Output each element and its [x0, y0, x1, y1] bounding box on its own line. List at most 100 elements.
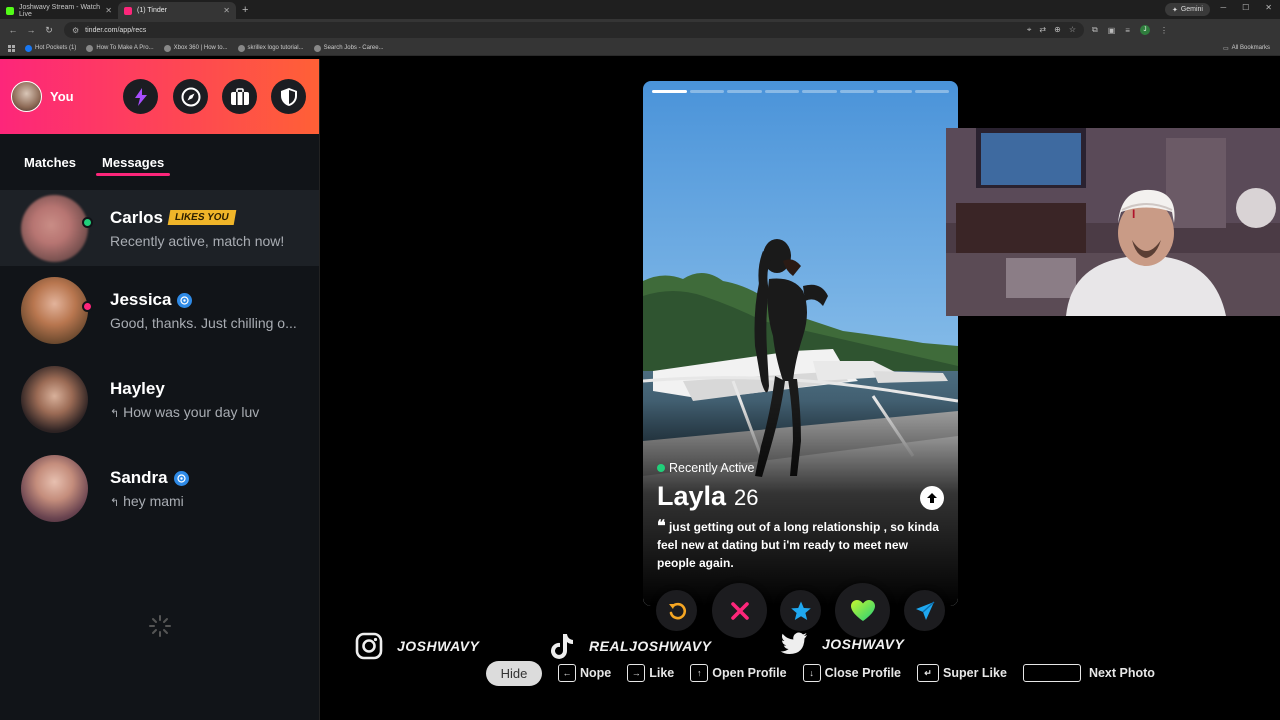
contact-name: Hayley — [110, 379, 165, 398]
globe-icon — [163, 44, 171, 52]
forward-icon[interactable]: → — [26, 25, 36, 35]
bookmark-item[interactable]: Xbox 360 | How to... — [163, 44, 228, 52]
media-icon[interactable]: ≡ — [1125, 26, 1130, 35]
side-panel-icon[interactable]: ▣ — [1108, 26, 1116, 35]
boost-send-button[interactable] — [904, 590, 945, 631]
close-window-icon[interactable]: ✕ — [1265, 3, 1272, 12]
address-bar-row: ← → ↻ ⚙ tinder.com/app/recs ⌖ ⇄ ⊕ ☆ ⧉ ▣ … — [0, 19, 1280, 41]
photo-indicator[interactable] — [727, 90, 762, 93]
contact-name: Sandra — [110, 468, 168, 487]
shortcut-close-profile: ↓ Close Profile — [802, 664, 901, 682]
photo-indicator[interactable] — [802, 90, 837, 93]
contact-name: Jessica — [110, 290, 172, 309]
bookmark-star-icon[interactable]: ☆ — [1069, 25, 1076, 35]
online-status-dot — [657, 464, 665, 472]
action-bar — [654, 583, 952, 639]
rewind-button[interactable] — [656, 590, 697, 631]
extensions-icon[interactable]: ⧉ — [1092, 25, 1098, 35]
unread-status-dot — [82, 301, 93, 312]
bookmark-item[interactable]: skrillex logo tutorial... — [237, 44, 304, 52]
browser-tab-bar: Joshwavy Stream - Watch Live ✕ (1) Tinde… — [0, 0, 1280, 19]
bookmark-item[interactable]: How To Make A Pro... — [86, 44, 154, 52]
rewind-icon — [668, 602, 686, 619]
message-row-jessica[interactable]: Jessica Good, thanks. Just chilling o... — [0, 266, 319, 355]
message-preview: How was your day luv — [123, 404, 260, 420]
super-like-button[interactable] — [780, 590, 821, 631]
gemini-label: Gemini — [1180, 6, 1203, 13]
social-twitter: JOSHWAVY — [780, 632, 904, 656]
translate-icon[interactable]: ⇄ — [1039, 25, 1046, 35]
menu-icon[interactable]: ⋮ — [1160, 26, 1168, 35]
safety-button[interactable] — [271, 79, 306, 114]
tiktok-handle: REALJOSHWAVY — [589, 638, 712, 654]
likes-you-badge: LIKES YOU — [167, 210, 236, 225]
reply-arrow-icon: ↰ — [110, 497, 120, 509]
avatar — [21, 194, 88, 262]
online-status-dot — [82, 217, 93, 228]
new-tab-button[interactable]: + — [242, 4, 248, 16]
profile-avatar[interactable]: J — [1139, 25, 1150, 35]
boost-icon — [134, 87, 147, 106]
tab-matches[interactable]: Matches — [24, 155, 76, 170]
super-like-icon — [790, 601, 811, 620]
profile-card[interactable]: Recently Active Layla 26 ❝ just getting … — [643, 81, 958, 606]
bookmark-item[interactable]: Search Jobs - Caree... — [313, 44, 384, 52]
like-button[interactable] — [835, 583, 890, 638]
maximize-icon[interactable]: ☐ — [1242, 3, 1249, 12]
profile-name: Layla — [657, 481, 727, 511]
explore-button[interactable] — [173, 79, 208, 114]
tinder-favicon-icon — [124, 6, 132, 15]
you-label[interactable]: You — [50, 89, 74, 104]
right-arrow-key-icon: → — [627, 664, 646, 682]
bookmarks-bar: Hot Pockets (1) How To Make A Pro... Xbo… — [0, 41, 1280, 56]
avatar[interactable] — [11, 81, 42, 112]
shortcut-nope: ← Nope — [558, 664, 611, 682]
back-icon[interactable]: ← — [8, 25, 18, 35]
reload-icon[interactable]: ↻ — [44, 25, 54, 36]
url-field[interactable]: ⚙ tinder.com/app/recs ⌖ ⇄ ⊕ ☆ — [64, 22, 1084, 38]
message-row-hayley[interactable]: Hayley ↰ How was your day luv — [0, 355, 319, 444]
up-arrow-key-icon: ↑ — [690, 664, 709, 682]
close-tab-icon[interactable]: ✕ — [105, 6, 112, 15]
profile-info: Recently Active Layla 26 ❝ just getting … — [657, 461, 944, 572]
location-icon[interactable]: ⌖ — [1027, 25, 1032, 35]
folder-icon: ▭ — [1222, 45, 1229, 52]
message-row-carlos[interactable]: Carlos LIKES YOU Recently active, match … — [0, 190, 319, 266]
apps-grid-icon[interactable] — [8, 44, 15, 52]
site-info-icon[interactable]: ⚙ — [72, 26, 79, 35]
close-tab-icon[interactable]: ✕ — [223, 6, 230, 15]
message-row-sandra[interactable]: Sandra ↰ hey mami — [0, 444, 319, 533]
explore-icon — [181, 87, 200, 106]
shield-icon — [280, 87, 297, 106]
message-preview: hey mami — [123, 493, 184, 509]
message-preview: Recently active, match now! — [110, 232, 285, 249]
photo-indicator[interactable] — [689, 90, 724, 93]
photo-indicator[interactable] — [839, 90, 874, 93]
tab-messages[interactable]: Messages — [96, 155, 171, 176]
url-text: tinder.com/app/recs — [85, 26, 147, 34]
photo-indicator[interactable] — [764, 90, 799, 93]
shortcut-like: → Like — [627, 664, 674, 682]
gemini-button[interactable]: ✦ Gemini — [1164, 3, 1210, 16]
instagram-icon — [355, 632, 383, 660]
browser-tab-tinder[interactable]: (1) Tinder ✕ — [118, 2, 236, 19]
loading-spinner-icon — [149, 615, 171, 637]
bookmark-item[interactable]: Hot Pockets (1) — [25, 44, 76, 52]
twitter-icon — [780, 632, 807, 654]
briefcase-button[interactable] — [222, 79, 257, 114]
hide-shortcuts-button[interactable]: Hide — [486, 660, 542, 686]
photo-indicator[interactable] — [877, 90, 912, 93]
boost-send-icon — [915, 600, 934, 620]
nope-button[interactable] — [712, 583, 767, 638]
zoom-icon[interactable]: ⊕ — [1054, 25, 1061, 35]
boost-button[interactable] — [123, 79, 158, 114]
extensions-area: ⧉ ▣ ≡ J ⋮ — [1092, 25, 1168, 35]
minimize-icon[interactable]: ─ — [1220, 3, 1226, 12]
tab-title: Joshwavy Stream - Watch Live — [19, 3, 101, 18]
twitter-handle: JOSHWAVY — [822, 636, 905, 652]
photo-indicator[interactable] — [914, 90, 949, 93]
instagram-handle: JOSHWAVY — [397, 638, 480, 654]
photo-indicator[interactable] — [652, 90, 687, 93]
browser-tab-joshwavy[interactable]: Joshwavy Stream - Watch Live ✕ — [0, 2, 118, 19]
all-bookmarks[interactable]: ▭ All Bookmarks — [1223, 45, 1270, 52]
